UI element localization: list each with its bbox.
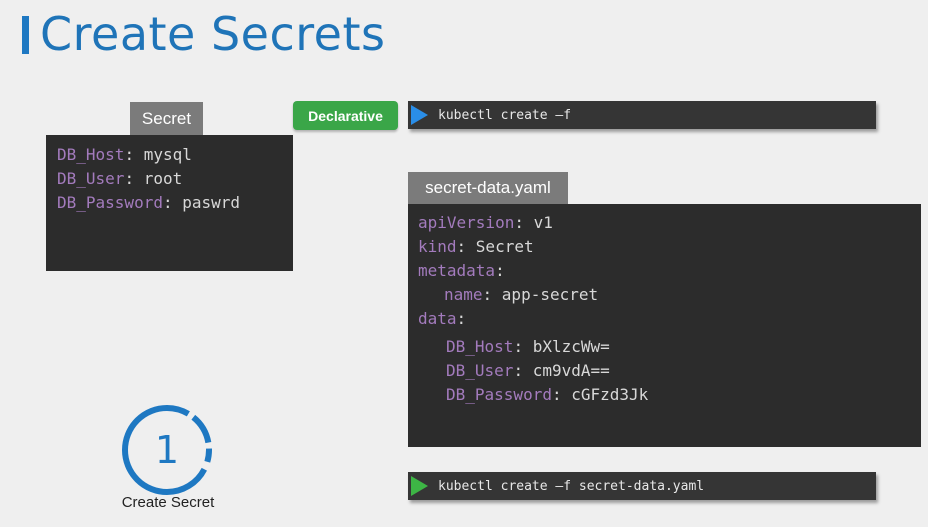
yaml-line: kind: Secret bbox=[418, 237, 534, 256]
command-bar-bottom: kubectl create –f secret-data.yaml bbox=[408, 472, 876, 500]
step-progress-ring: 1 bbox=[122, 405, 212, 495]
yaml-line: data: bbox=[418, 309, 467, 328]
yaml-line: name: app-secret bbox=[444, 285, 599, 304]
secret-line: DB_User: root bbox=[57, 169, 183, 188]
secret-tab-label: Secret bbox=[130, 102, 203, 135]
step-number: 1 bbox=[155, 428, 179, 472]
yaml-tab-label: secret-data.yaml bbox=[408, 172, 568, 204]
page-title: Create Secrets bbox=[40, 7, 386, 61]
yaml-code-box: apiVersion: v1 kind: Secret metadata: na… bbox=[408, 204, 921, 447]
secret-code-box: DB_Host: mysql DB_User: root DB_Password… bbox=[46, 135, 293, 271]
yaml-line: DB_Password: cGFzd3Jk bbox=[446, 385, 649, 404]
secret-line: DB_Host: mysql bbox=[57, 145, 192, 164]
yaml-line: metadata: bbox=[418, 261, 505, 280]
title-accent-bar bbox=[22, 16, 29, 54]
yaml-line: apiVersion: v1 bbox=[418, 213, 553, 232]
command-text: kubectl create –f bbox=[438, 107, 572, 123]
declarative-badge: Declarative bbox=[293, 101, 398, 130]
play-triangle-green-icon bbox=[411, 476, 428, 496]
command-text: kubectl create –f secret-data.yaml bbox=[438, 478, 705, 494]
secret-line: DB_Password: paswrd bbox=[57, 193, 241, 212]
yaml-line: DB_Host: bXlzcWw= bbox=[446, 337, 610, 356]
play-triangle-blue-icon bbox=[411, 105, 428, 125]
yaml-line: DB_User: cm9vdA== bbox=[446, 361, 610, 380]
step-label: Create Secret bbox=[121, 494, 215, 511]
command-bar-top: kubectl create –f bbox=[408, 101, 876, 129]
